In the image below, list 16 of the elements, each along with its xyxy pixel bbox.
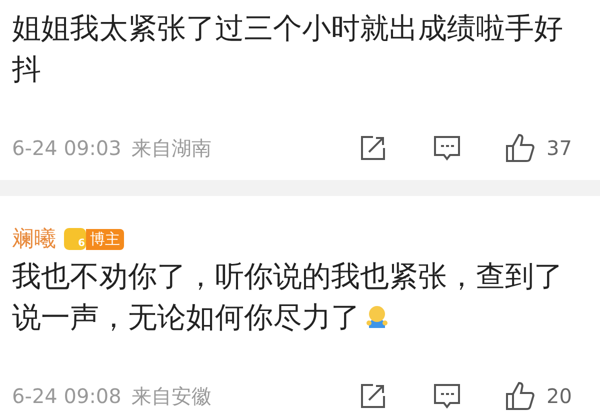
like-count: 20: [546, 383, 572, 410]
share-icon[interactable]: [358, 382, 387, 410]
share-icon[interactable]: [358, 134, 387, 162]
comment-text: 姐姐我太紧张了过三个小时就出成绩啦手好抖: [11, 10, 564, 88]
thumbs-up-icon[interactable]: [504, 133, 537, 163]
comment-icon[interactable]: [432, 134, 461, 162]
comment-icon[interactable]: [432, 382, 461, 410]
location-text: 来自湖南: [131, 135, 212, 162]
thumbs-up-icon[interactable]: [504, 381, 537, 411]
timestamp: 6-24 09:08: [12, 383, 122, 410]
crown-icon: 6: [64, 228, 86, 250]
like-count: 37: [546, 135, 572, 162]
username[interactable]: 斓曦: [12, 222, 56, 256]
location-text: 来自安徽: [131, 383, 212, 410]
timestamp: 6-24 09:03: [12, 135, 122, 162]
comment-text: 我也不劝你了，听你说的我也紧张，查到了说一声，无论如何你尽力了: [11, 258, 564, 336]
